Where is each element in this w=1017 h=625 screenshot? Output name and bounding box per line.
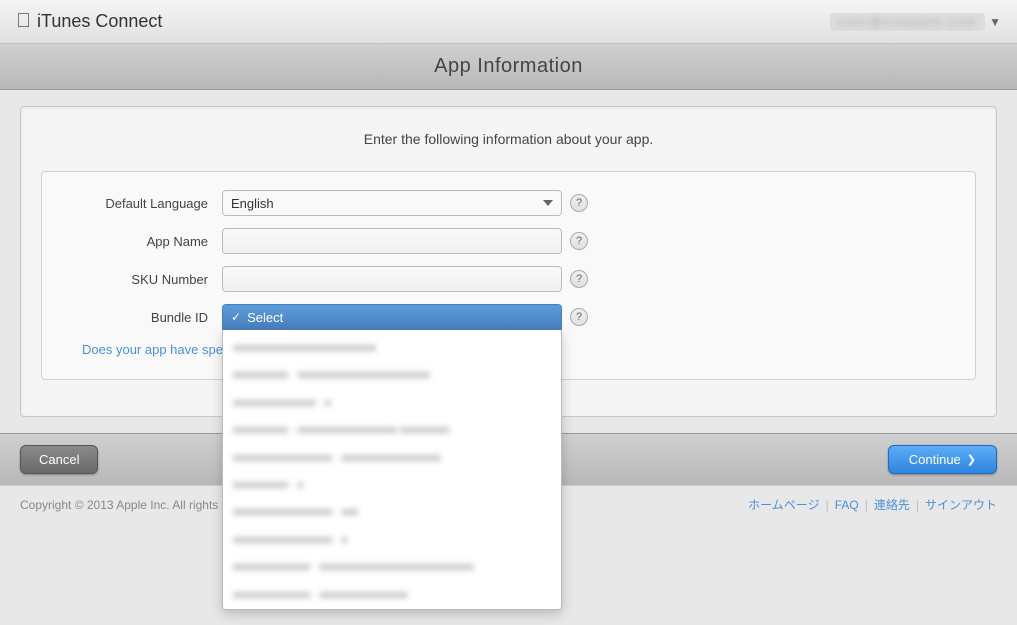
blurred-text: xxxxxxxxxxxxxxxxxx · xxxxxxxxxxxxxxxxxx: [233, 451, 441, 466]
bundle-id-control: ✓ Select xxxxxxxxxxxxxxxxxxxxxxxxxx xxxx…: [222, 304, 955, 330]
continue-button[interactable]: Continue: [888, 445, 997, 474]
footer-link-signout[interactable]: サインアウト: [925, 496, 997, 513]
app-name-input[interactable]: [222, 228, 562, 254]
list-item[interactable]: xxxxxxxxxx · x: [223, 471, 561, 498]
default-language-label: Default Language: [62, 196, 222, 211]
footer-link-faq[interactable]: FAQ: [835, 498, 859, 512]
blurred-text: xxxxxxxxxxxxxxxxxxxxxxxxxx: [233, 341, 376, 356]
default-language-row: Default Language English ?: [62, 190, 955, 216]
apple-icon: : [16, 10, 31, 33]
list-item[interactable]: xxxxxxxxxx · x: [223, 608, 561, 610]
main-content: Enter the following information about yo…: [20, 106, 997, 417]
footer-link-homepage[interactable]: ホームページ: [748, 496, 819, 513]
list-item[interactable]: xxxxxxxxxx · xxxxxxxxxxxxxxxxxxxxxxxx: [223, 361, 561, 388]
blurred-text: xxxxxxxxxxxxxxx · x: [233, 396, 331, 411]
bundle-id-label: Bundle ID: [62, 310, 222, 325]
page-title: App Information: [434, 55, 583, 78]
list-item[interactable]: xxxxxxxxxxxxxxxxxx · xxxxxxxxxxxxxxxxxx: [223, 444, 561, 471]
checkmark-icon: ✓: [231, 310, 241, 324]
sku-number-input[interactable]: [222, 266, 562, 292]
sku-number-label: SKU Number: [62, 272, 222, 287]
footer-divider-3: |: [916, 498, 919, 512]
user-email: user@example.com: [830, 13, 985, 31]
list-item[interactable]: xxxxxxxxxxxxxxxxxx · xxx: [223, 498, 561, 525]
default-language-help-icon[interactable]: ?: [570, 194, 588, 212]
blurred-text: xxxxxxxxxxxxxxxxxx · x: [233, 533, 347, 548]
list-item[interactable]: xxxxxxxxxxxxxxx · x: [223, 389, 561, 416]
app-name-control: ?: [222, 228, 955, 254]
list-item[interactable]: xxxxxxxxxxxxxxxxxxxxxxxxxx: [223, 334, 561, 361]
sku-number-help-icon[interactable]: ?: [570, 270, 588, 288]
blurred-text: xxxxxxxxxx · x: [233, 478, 303, 493]
list-item[interactable]: xxxxxxxxxxxxxx · xxxxxxxxxxxxxxxxxxxxxxx…: [223, 553, 561, 580]
footer-link-contact[interactable]: 連絡先: [874, 496, 910, 513]
blurred-text: xxxxxxxxxxxxxxxxxx · xxx: [233, 505, 358, 520]
default-language-select[interactable]: English: [222, 190, 562, 216]
default-language-control: English ?: [222, 190, 955, 216]
app-name-help-icon[interactable]: ?: [570, 232, 588, 250]
brand-name: iTunes Connect: [37, 11, 162, 32]
subtitle: Enter the following information about yo…: [41, 131, 976, 147]
list-item[interactable]: xxxxxxxxxxxxxx · xxxxxxxxxxxxxxxx: [223, 581, 561, 608]
blurred-text: xxxxxxxxxx · xxxxxxxxxxxxxxxxxxxxxxxx: [233, 368, 430, 383]
footer-divider-1: |: [826, 498, 829, 512]
bundle-id-dropdown-container: ✓ Select xxxxxxxxxxxxxxxxxxxxxxxxxx xxxx…: [222, 304, 562, 330]
form-container: Default Language English ? App Name ? SK…: [41, 171, 976, 380]
brand-logo:  iTunes Connect: [16, 10, 162, 33]
app-name-row: App Name ?: [62, 228, 955, 254]
top-navigation:  iTunes Connect user@example.com ▼: [0, 0, 1017, 44]
footer-divider-2: |: [865, 498, 868, 512]
bundle-id-dropdown-list: xxxxxxxxxxxxxxxxxxxxxxxxxx xxxxxxxxxx · …: [222, 330, 562, 610]
bundle-select-label: Select: [247, 310, 283, 325]
footer-links: ホームページ | FAQ | 連絡先 | サインアウト: [748, 496, 997, 513]
blurred-text: xxxxxxxxxxxxxx · xxxxxxxxxxxxxxxxxxxxxxx…: [233, 560, 474, 575]
list-item[interactable]: xxxxxxxxxx · xxxxxxxxxxxxxxxxxx xxxxxxxx…: [223, 416, 561, 443]
sku-number-row: SKU Number ?: [62, 266, 955, 292]
list-item[interactable]: xxxxxxxxxxxxxxxxxx · x: [223, 526, 561, 553]
bundle-id-help-icon[interactable]: ?: [570, 308, 588, 326]
app-name-label: App Name: [62, 234, 222, 249]
page-title-bar: App Information: [0, 44, 1017, 90]
user-menu[interactable]: user@example.com ▼: [830, 13, 1001, 31]
blurred-text: xxxxxxxxxxxxxx · xxxxxxxxxxxxxxxx: [233, 588, 408, 603]
blurred-text: xxxxxxxxxx · xxxxxxxxxxxxxxxxxx xxxxxxxx…: [233, 423, 449, 438]
bundle-id-row: Bundle ID ✓ Select xxxxxxxxxxxxxxxxxxxxx…: [62, 304, 955, 330]
cancel-button[interactable]: Cancel: [20, 445, 98, 474]
bundle-id-select-header[interactable]: ✓ Select: [222, 304, 562, 330]
user-menu-chevron[interactable]: ▼: [989, 15, 1001, 29]
sku-number-control: ?: [222, 266, 955, 292]
